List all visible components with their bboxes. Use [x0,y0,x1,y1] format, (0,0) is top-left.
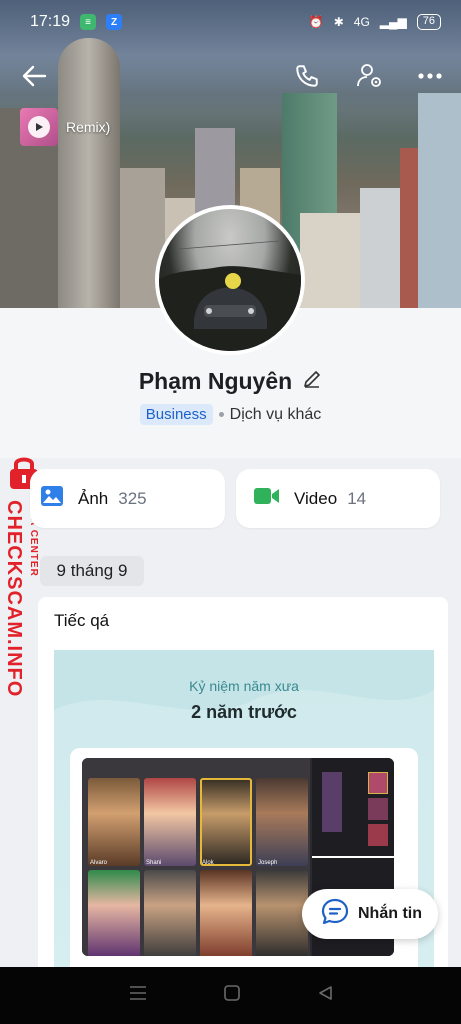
character-thumb [256,870,308,956]
menu-icon[interactable] [129,985,147,1006]
inventory-divider [312,856,394,858]
memory-title: 2 năm trước [191,702,297,722]
inventory-slot [322,772,342,832]
play-icon[interactable] [28,116,50,138]
watermark-brand: CHECKSCAM.INFO [3,500,25,698]
character-thumb [88,778,140,866]
character-thumb [144,778,196,866]
profile-settings-icon[interactable] [350,56,390,96]
business-badge: Business [139,404,213,425]
photo-icon [40,484,64,513]
building [300,213,360,308]
status-bar: 17:19 ≡ Z ⏰ ✱ 4G ▂▄▆ 76 [0,0,461,44]
app-notification-icon: ≡ [80,14,97,30]
photos-label: Ảnh [78,488,109,508]
chat-bubble-icon [320,897,350,932]
profile-tags: Business Dịch vụ khác [0,404,461,425]
photos-card[interactable]: Ảnh 325 [30,469,225,528]
character-name: Shani [146,860,162,866]
videos-card[interactable]: Video 14 [236,469,440,528]
character-thumb [88,870,140,956]
character-thumb [144,870,196,956]
back-arrow-icon[interactable] [14,56,54,96]
bluetooth-icon: ✱ [333,15,344,29]
status-time: 17:19 [30,13,71,30]
character-thumb [200,778,252,866]
profile-name: Phạm Nguyên [138,368,293,394]
battery-icon: 76 [416,14,441,30]
system-nav-bar [0,967,461,1024]
photos-count: 325 [118,488,147,508]
edit-pencil-icon[interactable] [302,369,322,394]
more-options-icon[interactable] [410,56,450,96]
home-icon[interactable] [223,985,240,1006]
message-button[interactable]: Nhắn tin [302,889,438,939]
top-app-bar [0,54,461,98]
separator-dot [218,412,224,417]
video-camera-icon [254,486,280,511]
character-name: Alvaro [90,860,108,866]
memory-subtitle: Kỷ niệm năm xưa [189,678,299,694]
message-button-label: Nhắn tin [358,905,422,922]
character-thumb [200,870,252,956]
memory-image-card[interactable]: Alvaro Shani Alok Joseph [70,748,418,980]
music-thumbnail [20,108,58,146]
signal-icon: ▂▄▆ [379,15,407,29]
alarm-icon: ⏰ [308,15,324,29]
character-thumb [256,778,308,866]
post-date: 9 tháng 9 [40,556,144,586]
phone-call-icon[interactable] [287,56,327,96]
music-title: Remix) [66,119,111,135]
videos-label: Video [294,488,338,508]
post-text: Tiếc qá [54,611,110,630]
avatar-photo [159,240,301,351]
profile-name-row: Phạm Nguyên [0,368,461,395]
building [418,93,461,308]
back-icon[interactable] [317,985,333,1006]
character-grid: Alvaro Shani Alok Joseph [82,758,310,956]
app-notification-icon: Z [106,14,123,30]
character-name: Alok [202,860,214,866]
network-label: 4G [353,15,370,29]
inventory-slot [368,824,388,846]
profile-category: Dịch vụ khác [229,405,322,423]
character-name: Joseph [258,860,278,866]
videos-count: 14 [347,488,367,508]
building [360,188,400,308]
inventory-slot [368,772,388,794]
avatar[interactable] [155,205,305,355]
inventory-slot [368,798,388,820]
profile-music[interactable]: Remix) [20,108,110,146]
